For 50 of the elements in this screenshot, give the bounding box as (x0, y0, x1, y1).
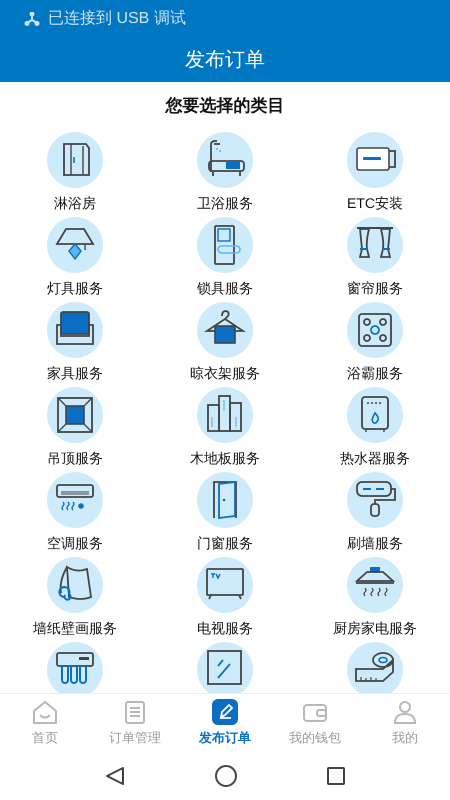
home-icon (31, 698, 59, 726)
category-label[interactable]: 卫浴服务 (197, 193, 253, 214)
category-label[interactable]: 门窗服务 (197, 533, 253, 554)
hanger-icon[interactable] (197, 302, 253, 358)
home-button[interactable] (214, 764, 238, 788)
category-label[interactable]: 墙纸壁画服务 (33, 618, 117, 639)
wallpaper-roll-icon[interactable] (47, 557, 103, 613)
paint-roller-icon[interactable] (347, 472, 403, 528)
category-label[interactable]: 家具服务 (47, 363, 103, 384)
category-label[interactable]: 淋浴房 (54, 193, 96, 214)
usb-icon (24, 12, 40, 26)
category-label[interactable]: 厨房家电服务 (333, 618, 417, 639)
edit-icon (211, 698, 239, 726)
category-label[interactable]: 晾衣架服务 (190, 363, 260, 384)
lamp-icon[interactable] (47, 217, 103, 273)
air-conditioner-icon[interactable] (47, 472, 103, 528)
back-button[interactable] (104, 765, 126, 787)
category-label[interactable]: 吊顶服务 (47, 448, 103, 469)
recents-button[interactable] (326, 766, 346, 786)
category-label[interactable]: ETC安装 (347, 193, 403, 214)
water-purifier-icon[interactable] (47, 642, 103, 693)
water-heater-icon[interactable] (347, 387, 403, 443)
category-label[interactable]: 刷墙服务 (347, 533, 403, 554)
door-lock-icon[interactable] (197, 217, 253, 273)
section-heading: 您要选择的类目 (166, 95, 284, 118)
category-label[interactable]: 窗帘服务 (347, 278, 403, 299)
category-label[interactable]: 电视服务 (197, 618, 253, 639)
ceiling-icon[interactable] (47, 387, 103, 443)
page-title: 发布订单 (185, 48, 265, 73)
door-icon[interactable] (197, 472, 253, 528)
category-label[interactable]: 热水器服务 (340, 448, 410, 469)
glass-panel-icon[interactable] (197, 642, 253, 693)
television-icon[interactable] (197, 557, 253, 613)
curtain-icon[interactable] (347, 217, 403, 273)
sofa-icon[interactable] (47, 302, 103, 358)
category-label[interactable]: 木地板服务 (190, 448, 260, 469)
status-text: 已连接到 USB 调试 (48, 8, 186, 29)
bath-heater-icon[interactable] (347, 302, 403, 358)
category-label[interactable]: 空调服务 (47, 533, 103, 554)
category-label[interactable]: 锁具服务 (197, 278, 253, 299)
shower-enclosure-icon[interactable] (47, 132, 103, 188)
nav-tab[interactable]: 发布订单 (180, 694, 270, 752)
range-hood-icon[interactable] (347, 557, 403, 613)
bathtub-icon[interactable] (197, 132, 253, 188)
floor-planks-icon[interactable] (197, 387, 253, 443)
person-icon (391, 698, 419, 726)
category-label[interactable]: 浴霸服务 (347, 363, 403, 384)
tape-measure-icon[interactable] (347, 642, 403, 693)
category-label[interactable]: 灯具服务 (47, 278, 103, 299)
card-icon[interactable] (347, 132, 403, 188)
